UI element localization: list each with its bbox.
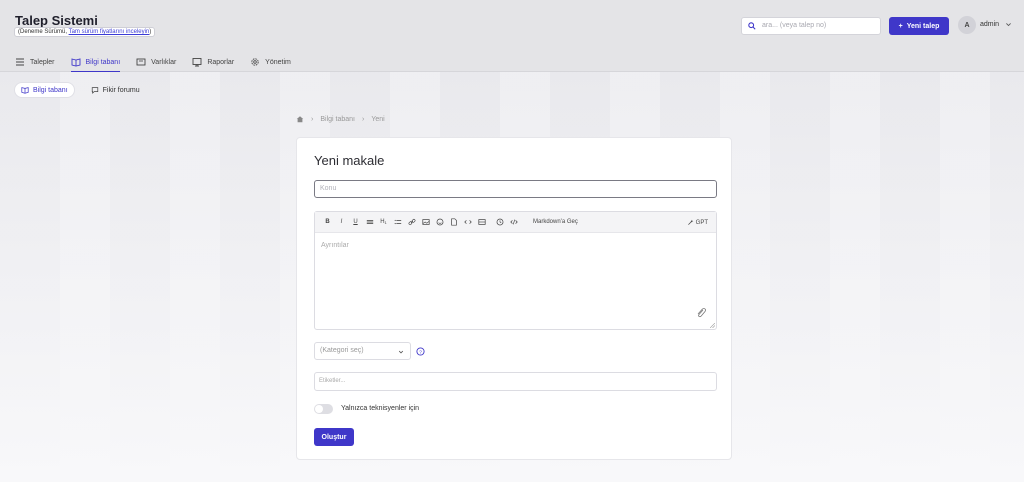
top-header: Talep Sistemi (Deneme Sürümü, Tam sürüm …	[0, 0, 1024, 72]
file-icon	[450, 218, 457, 226]
sub-nav: Bilgi tabanı Fikir forumu	[14, 82, 146, 98]
subnav-item-knowledge-base[interactable]: Bilgi tabanı	[14, 82, 75, 98]
nav-item-assets[interactable]: Varlıklar	[136, 53, 176, 71]
clock-button[interactable]	[495, 218, 504, 227]
subnav-label: Bilgi tabanı	[33, 86, 68, 94]
link-icon	[408, 218, 415, 226]
svg-text:?: ?	[419, 349, 422, 355]
image-icon	[421, 219, 430, 225]
home-icon[interactable]	[296, 115, 304, 123]
subnav-item-idea-forum[interactable]: Fikir forumu	[85, 82, 146, 98]
trial-suffix: )	[149, 29, 152, 35]
search-placeholder: ara... (veya talep no)	[762, 22, 827, 29]
help-icon[interactable]: ?	[416, 347, 425, 356]
main-nav: Talepler Bilgi tabanı Varlıklar Raporlar…	[15, 53, 291, 72]
subject-input[interactable]: Konu	[314, 180, 717, 198]
gpt-button[interactable]: GPT	[687, 219, 708, 226]
search-input[interactable]: ara... (veya talep no)	[741, 17, 881, 35]
details-editor[interactable]: B I U H1 Markdown'a Geç GPT Ayrıntılar	[314, 211, 717, 330]
breadcrumb-knowledge-base[interactable]: Bilgi tabanı	[320, 116, 355, 123]
list-button[interactable]	[393, 218, 402, 227]
nav-label: Yönetim	[265, 58, 291, 66]
plus-icon: +	[898, 22, 903, 30]
new-article-card: Yeni makale Konu B I U H1 Markdown'a Geç…	[296, 137, 732, 460]
code-inline-button[interactable]	[463, 218, 472, 227]
pricing-link[interactable]: Tam sürüm fiyatlarını inceleyin	[69, 29, 150, 35]
subnav-label: Fikir forumu	[102, 86, 140, 94]
chevron-down-icon	[398, 350, 404, 354]
image-button[interactable]	[421, 218, 430, 227]
emoji-icon	[436, 218, 443, 226]
trial-prefix: (Deneme Sürümü,	[18, 29, 69, 35]
list-icon	[16, 58, 24, 66]
code-block-button[interactable]	[509, 218, 518, 227]
clock-icon	[496, 218, 503, 226]
technicians-only-toggle[interactable]	[314, 404, 333, 414]
new-ticket-button[interactable]: + Yeni talep	[889, 17, 949, 35]
nav-label: Raporlar	[207, 58, 235, 66]
align-button[interactable]	[365, 218, 374, 227]
heading-button[interactable]: H1	[379, 218, 388, 227]
align-icon	[366, 220, 373, 224]
table-button[interactable]	[477, 218, 486, 227]
nav-label: Talepler	[30, 58, 55, 66]
paperclip-icon[interactable]	[695, 307, 707, 319]
emoji-button[interactable]	[435, 218, 444, 227]
nav-item-tickets[interactable]: Talepler	[15, 53, 55, 71]
code-icon	[463, 220, 472, 224]
nav-label: Varlıklar	[151, 58, 177, 66]
technicians-only-label: Yalnızca teknisyenler için	[341, 405, 420, 412]
list-icon	[394, 219, 401, 225]
bold-button[interactable]: B	[323, 218, 332, 227]
category-select[interactable]: (Kategori seç)	[314, 342, 411, 360]
gear-icon	[251, 58, 259, 66]
details-placeholder: Ayrıntılar	[321, 242, 349, 249]
nav-item-reports[interactable]: Raporlar	[192, 53, 234, 71]
file-button[interactable]	[449, 218, 458, 227]
italic-button[interactable]: I	[337, 218, 346, 227]
category-placeholder: (Kategori seç)	[320, 347, 364, 354]
nav-label: Bilgi tabanı	[85, 58, 121, 66]
gpt-label: GPT	[695, 219, 708, 226]
link-button[interactable]	[407, 218, 416, 227]
editor-toolbar: B I U H1 Markdown'a Geç GPT	[315, 212, 716, 233]
underline-button[interactable]: U	[351, 218, 360, 227]
book-icon	[71, 58, 80, 67]
breadcrumb: › Bilgi tabanı › Yeni	[296, 115, 385, 123]
nav-item-knowledge-base[interactable]: Bilgi tabanı	[70, 53, 121, 72]
code-block-icon	[509, 219, 518, 225]
breadcrumb-separator: ›	[361, 115, 365, 123]
chat-icon	[91, 87, 98, 94]
chevron-down-icon[interactable]	[1005, 21, 1012, 28]
subject-placeholder: Konu	[320, 185, 337, 192]
avatar[interactable]: A	[958, 16, 976, 34]
create-button[interactable]: Oluştur	[314, 428, 354, 446]
breadcrumb-separator: ›	[311, 115, 314, 123]
page-title: Yeni makale	[314, 153, 385, 168]
nav-item-admin[interactable]: Yönetim	[250, 53, 291, 71]
breadcrumb-current: Yeni	[371, 115, 385, 123]
book-icon	[21, 87, 29, 94]
app-title: Talep Sistemi	[15, 13, 98, 28]
magic-icon	[687, 219, 693, 225]
tags-placeholder: Etiketler...	[319, 378, 346, 384]
markdown-toggle-button[interactable]: Markdown'a Geç	[533, 219, 578, 225]
asset-icon	[136, 58, 146, 66]
report-icon	[192, 58, 202, 67]
new-ticket-label: Yeni talep	[906, 22, 940, 30]
search-icon	[748, 22, 756, 30]
tags-input[interactable]: Etiketler...	[314, 372, 717, 391]
resize-grip-icon[interactable]	[710, 323, 715, 328]
user-name[interactable]: admin	[980, 21, 999, 28]
table-icon	[477, 219, 486, 225]
trial-badge: (Deneme Sürümü, Tam sürüm fiyatlarını in…	[14, 27, 156, 37]
